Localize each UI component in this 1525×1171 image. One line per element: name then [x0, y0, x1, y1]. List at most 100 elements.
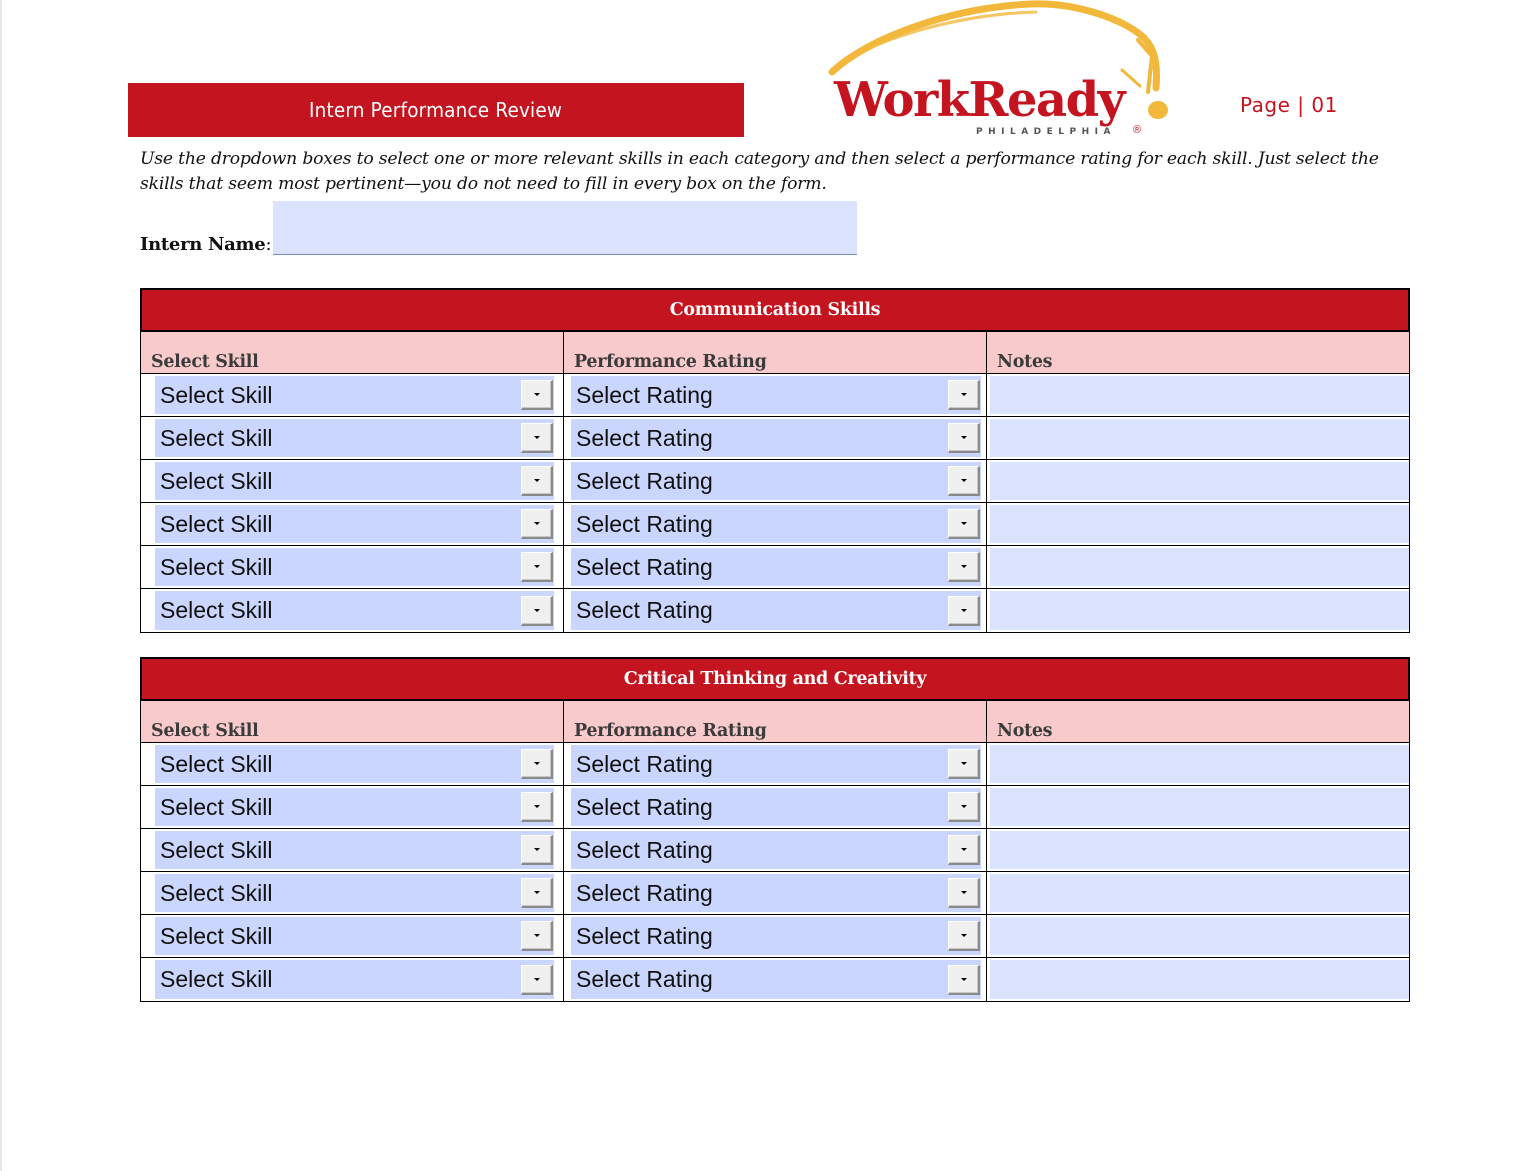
dropdown-button[interactable]	[948, 921, 980, 951]
rating-dropdown[interactable]: Select Rating	[571, 376, 981, 414]
chevron-down-icon	[960, 934, 967, 937]
skill-dropdown[interactable]: Select Skill	[155, 874, 554, 912]
notes-field[interactable]	[990, 505, 1409, 543]
dropdown-button[interactable]	[948, 964, 980, 995]
notes-cell	[987, 915, 1409, 957]
skill-cell: Select Skill	[141, 374, 564, 416]
skill-cell: Select Skill	[141, 786, 564, 828]
rating-dropdown[interactable]: Select Rating	[571, 745, 981, 783]
dropdown-button[interactable]	[521, 380, 553, 410]
chevron-down-icon	[533, 848, 540, 851]
rating-dropdown[interactable]: Select Rating	[571, 548, 981, 586]
notes-cell	[987, 546, 1409, 588]
dropdown-button[interactable]	[948, 595, 980, 626]
dropdown-button[interactable]	[521, 749, 553, 779]
dropdown-button[interactable]	[948, 552, 980, 582]
rating-dropdown[interactable]: Select Rating	[571, 591, 981, 630]
rating-dropdown[interactable]: Select Rating	[571, 831, 981, 869]
table-row: Select Skill Select Rating	[141, 829, 1409, 872]
dropdown-button[interactable]	[521, 835, 553, 865]
skills-table: Select Skill Performance Rating Notes Se…	[140, 701, 1410, 1002]
column-headers: Select Skill Performance Rating Notes	[141, 701, 1409, 743]
notes-cell	[987, 460, 1409, 502]
skill-dropdown[interactable]: Select Skill	[155, 960, 554, 999]
rating-dropdown[interactable]: Select Rating	[571, 917, 981, 955]
chevron-down-icon	[960, 891, 967, 894]
dropdown-button[interactable]	[521, 921, 553, 951]
notes-field[interactable]	[990, 591, 1409, 630]
section-title: Critical Thinking and Creativity	[140, 657, 1410, 701]
dropdown-button[interactable]	[521, 423, 553, 453]
skill-dropdown[interactable]: Select Skill	[155, 831, 554, 869]
rating-cell: Select Rating	[564, 829, 987, 871]
skill-dropdown[interactable]: Select Skill	[155, 419, 554, 457]
dropdown-button[interactable]	[521, 792, 553, 822]
skill-dropdown-value: Select Skill	[160, 553, 273, 580]
dropdown-button[interactable]	[521, 964, 553, 995]
rating-dropdown[interactable]: Select Rating	[571, 788, 981, 826]
rating-cell: Select Rating	[564, 460, 987, 502]
dropdown-button[interactable]	[521, 878, 553, 908]
dropdown-button[interactable]	[521, 466, 553, 496]
notes-field[interactable]	[990, 874, 1409, 912]
skill-dropdown[interactable]: Select Skill	[155, 788, 554, 826]
rating-dropdown-value: Select Rating	[576, 966, 713, 992]
skill-dropdown[interactable]: Select Skill	[155, 745, 554, 783]
dropdown-button[interactable]	[948, 878, 980, 908]
chevron-down-icon	[533, 977, 540, 981]
skill-dropdown[interactable]: Select Skill	[155, 505, 554, 543]
rating-cell: Select Rating	[564, 546, 987, 588]
notes-cell	[987, 786, 1409, 828]
notes-field[interactable]	[990, 917, 1409, 955]
notes-field[interactable]	[990, 788, 1409, 826]
dropdown-button[interactable]	[948, 835, 980, 865]
rating-dropdown-value: Select Rating	[576, 553, 713, 580]
rating-dropdown-value: Select Rating	[576, 793, 713, 820]
rating-dropdown[interactable]: Select Rating	[571, 960, 981, 999]
notes-field[interactable]	[990, 548, 1409, 586]
dropdown-button[interactable]	[948, 792, 980, 822]
notes-field[interactable]	[990, 376, 1409, 414]
intern-name-label-text: Intern Name	[140, 234, 266, 255]
notes-cell	[987, 503, 1409, 545]
chevron-down-icon	[533, 762, 540, 765]
skill-cell: Select Skill	[141, 829, 564, 871]
dropdown-button[interactable]	[948, 380, 980, 410]
rating-cell: Select Rating	[564, 374, 987, 416]
intern-name-input[interactable]	[273, 201, 857, 255]
dropdown-button[interactable]	[521, 552, 553, 582]
rating-cell: Select Rating	[564, 786, 987, 828]
dropdown-button[interactable]	[948, 466, 980, 496]
skill-dropdown[interactable]: Select Skill	[155, 917, 554, 955]
rating-dropdown-value: Select Rating	[576, 381, 713, 408]
notes-cell	[987, 589, 1409, 632]
rating-dropdown[interactable]: Select Rating	[571, 462, 981, 500]
skill-dropdown[interactable]: Select Skill	[155, 548, 554, 586]
rating-cell: Select Rating	[564, 915, 987, 957]
dropdown-button[interactable]	[948, 749, 980, 779]
notes-field[interactable]	[990, 419, 1409, 457]
instructions-text: Use the dropdown boxes to select one or …	[140, 149, 1379, 194]
skill-dropdown[interactable]: Select Skill	[155, 462, 554, 500]
rating-dropdown-value: Select Rating	[576, 750, 713, 777]
rating-dropdown[interactable]: Select Rating	[571, 874, 981, 912]
notes-field[interactable]	[990, 462, 1409, 500]
page-number: Page | 01	[1240, 93, 1338, 117]
form-title: Intern Performance Review	[309, 98, 563, 122]
skill-dropdown-value: Select Skill	[160, 424, 273, 451]
dropdown-button[interactable]	[521, 509, 553, 539]
dropdown-button[interactable]	[521, 595, 553, 626]
notes-field[interactable]	[990, 960, 1409, 999]
notes-cell	[987, 872, 1409, 914]
rating-dropdown-value: Select Rating	[576, 597, 713, 623]
rating-dropdown[interactable]: Select Rating	[571, 419, 981, 457]
section-critical-thinking: Critical Thinking and Creativity Select …	[140, 657, 1410, 1002]
rating-dropdown[interactable]: Select Rating	[571, 505, 981, 543]
skill-dropdown[interactable]: Select Skill	[155, 376, 554, 414]
dropdown-button[interactable]	[948, 509, 980, 539]
rating-dropdown-value: Select Rating	[576, 510, 713, 537]
notes-field[interactable]	[990, 745, 1409, 783]
skill-dropdown[interactable]: Select Skill	[155, 591, 554, 630]
notes-field[interactable]	[990, 831, 1409, 869]
dropdown-button[interactable]	[948, 423, 980, 453]
